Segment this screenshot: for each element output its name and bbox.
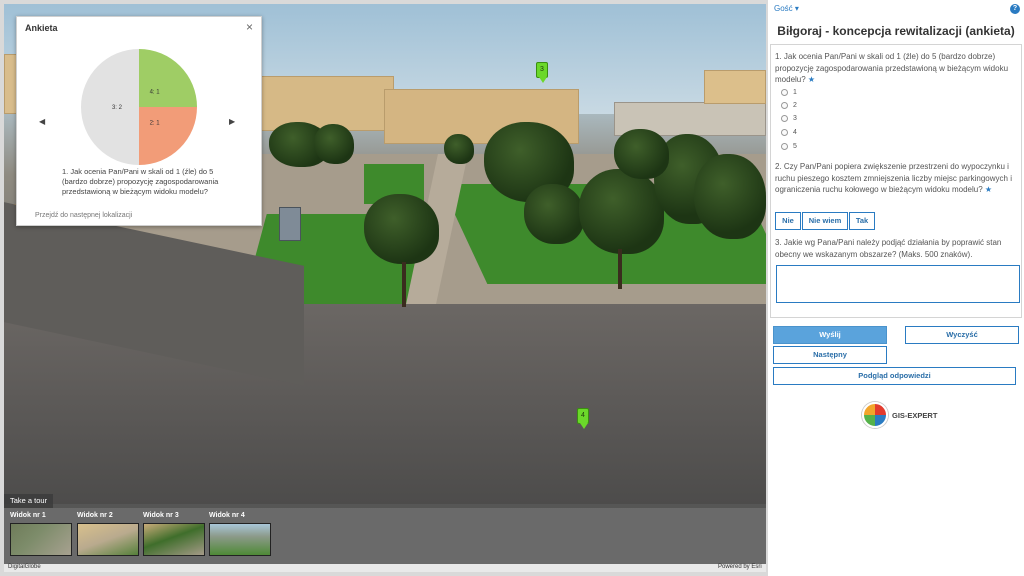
location-marker-3[interactable]: 3 [536,62,548,83]
tree [579,169,664,254]
radio-icon [781,129,788,136]
building [704,70,766,104]
required-star-icon: ★ [807,75,816,84]
answer-textarea[interactable] [776,265,1020,303]
tree [444,134,474,164]
user-menu[interactable]: Gość ▾ [774,4,799,13]
q1-option-5[interactable]: 5 [781,143,797,150]
q1-option-label: 4 [793,129,797,136]
radio-icon [781,89,788,96]
gis-expert-logo: GIS-EXPERT [862,402,937,428]
tree [314,124,354,164]
tour-view-4[interactable]: Widok nr 4 [209,512,271,556]
building [254,76,394,131]
q2-option-yes[interactable]: Tak [849,212,875,230]
clear-button[interactable]: Wyczyść [905,326,1019,344]
tree [694,154,766,239]
tour-view-label: Widok nr 2 [77,512,113,519]
chevron-right-icon[interactable]: ▶ [229,117,235,126]
tour-view-3[interactable]: Widok nr 3 [143,512,205,556]
tour-view-label: Widok nr 4 [209,512,245,519]
q1-option-label: 3 [793,115,797,122]
tree [364,194,439,264]
tour-view-thumbnail [209,523,271,556]
globe-logo-icon [862,402,888,428]
close-icon[interactable]: × [246,20,253,34]
question-1: 1. Jak ocenia Pan/Pani w skali od 1 (źle… [775,51,1019,86]
question-2: 2. Czy Pan/Pani popiera zwiększenie prze… [775,161,1019,196]
scene-view[interactable]: 3 4 Ankieta × ◀ 4: 1 2: 1 3: 2 ▶ 1. Jak oc… [4,4,766,572]
logo-text: GIS-EXPERT [892,410,938,420]
pie-slice-label-1: 2: 1 [150,121,161,127]
submit-button[interactable]: Wyślij [773,326,887,344]
next-button[interactable]: Następny [773,346,887,364]
page-title: Biłgoraj - koncepcja rewitalizacji (anki… [777,24,1015,38]
pie-slice-1[interactable] [139,107,197,165]
question-2-text: 2. Czy Pan/Pani popiera zwiększenie prze… [775,162,1012,194]
required-star-icon: ★ [984,185,993,194]
tour-view-2[interactable]: Widok nr 2 [77,512,139,556]
survey-popup: Ankieta × ◀ 4: 1 2: 1 3: 2 ▶ 1. Jak ocenia… [16,16,262,226]
tour-bar: Widok nr 1 Widok nr 2 Widok nr 3 Widok n… [4,508,766,564]
bus-stop [279,207,301,241]
attribution-strip [4,564,766,572]
tour-view-thumbnail [10,523,72,556]
tree [524,184,584,244]
tour-view-1[interactable]: Widok nr 1 [10,512,72,556]
preview-answers-button[interactable]: Podgląd odpowiedzi [773,367,1016,385]
help-icon[interactable]: ? [1010,4,1020,14]
tour-view-label: Widok nr 3 [143,512,179,519]
survey-panel: Gość ▾ ? Biłgoraj - koncepcja rewitaliza… [768,0,1024,576]
survey-form: 1. Jak ocenia Pan/Pani w skali od 1 (źle… [770,44,1022,318]
take-a-tour-tab[interactable]: Take a tour [4,494,54,508]
tour-view-thumbnail [143,523,205,556]
radio-icon [781,115,788,122]
radio-icon [781,143,788,150]
tree [614,129,669,179]
next-location-link[interactable]: Przejdź do następnej lokalizacji [35,212,132,219]
tree-trunk [618,249,622,289]
pie-slice-0[interactable] [139,49,197,107]
imagery-credit: DigitalGlobe [8,564,41,570]
question-3-text: 3. Jakie wg Pana/Pani należy podjąć dzia… [775,238,1002,259]
q1-option-4[interactable]: 4 [781,129,797,136]
powered-by-credit[interactable]: Powered by Esri [718,564,762,570]
q1-option-2[interactable]: 2 [781,102,797,109]
chevron-left-icon[interactable]: ◀ [39,117,45,126]
q1-option-label: 2 [793,102,797,109]
pie-slice-2[interactable] [81,49,139,165]
radio-icon [781,102,788,109]
q1-option-label: 1 [793,89,797,96]
popup-title: Ankieta [25,23,58,33]
q2-option-no[interactable]: Nie [775,212,801,230]
q1-option-label: 5 [793,143,797,150]
q1-option-3[interactable]: 3 [781,115,797,122]
location-marker-4[interactable]: 4 [577,408,589,429]
popup-question: 1. Jak ocenia Pan/Pani w skali od 1 (źle… [62,167,219,196]
q2-option-dont-know[interactable]: Nie wiem [802,212,848,230]
results-pie-chart: 4: 1 2: 1 3: 2 [81,49,197,165]
pie-slice-label-2: 3: 2 [112,105,123,111]
tour-view-label: Widok nr 1 [10,512,46,519]
tour-view-thumbnail [77,523,139,556]
q1-option-1[interactable]: 1 [781,89,797,96]
tree-trunk [402,262,406,307]
app-root: 3 4 Ankieta × ◀ 4: 1 2: 1 3: 2 ▶ 1. Jak oc… [0,0,1024,576]
pie-slice-label-0: 4: 1 [150,89,161,95]
